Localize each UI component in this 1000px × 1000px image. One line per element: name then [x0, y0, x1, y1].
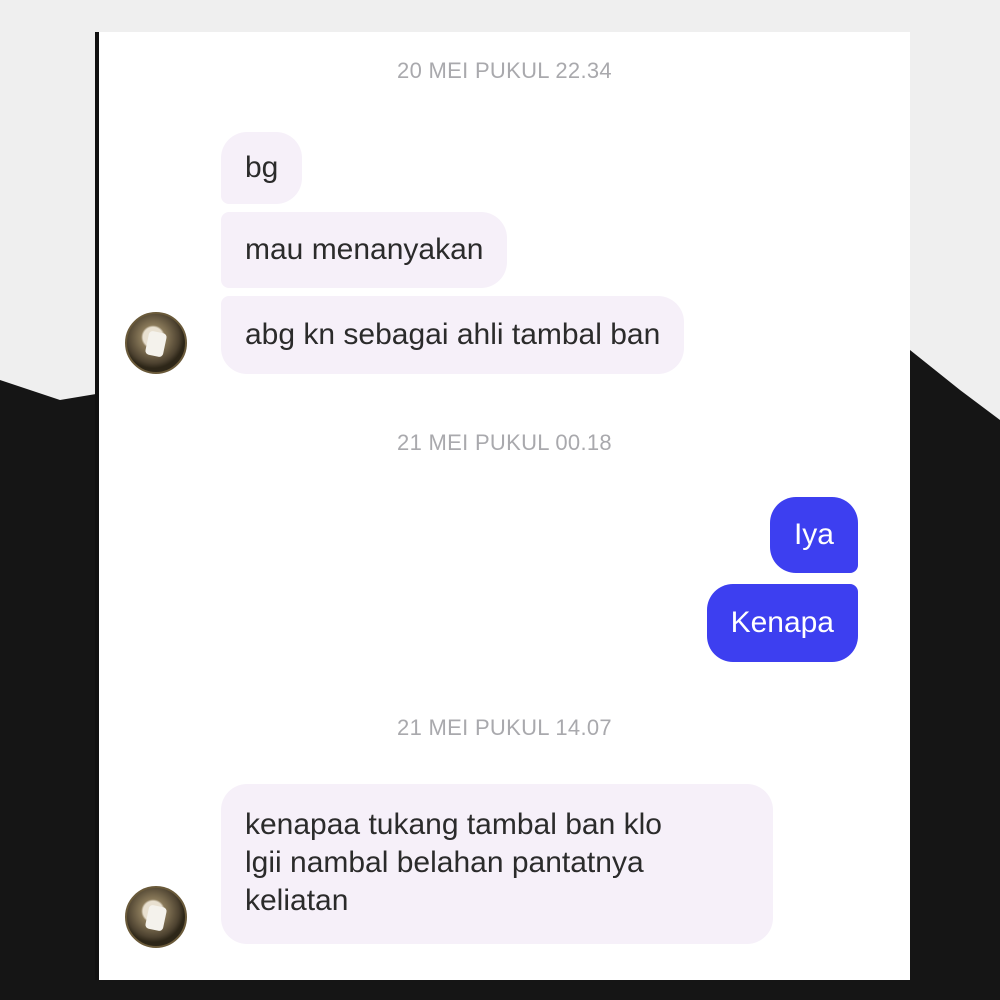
chat-screenshot: 20 MEI PUKUL 22.34 bg mau menanyakan abg… [95, 32, 910, 980]
timestamp-1: 20 MEI PUKUL 22.34 [397, 58, 612, 83]
contact-avatar[interactable] [125, 312, 187, 374]
message-bubble-outgoing[interactable]: Iya [769, 497, 858, 573]
message-bubble-outgoing[interactable]: Kenapa [706, 584, 858, 662]
message-bubble-incoming[interactable]: abg kn sebagai ahli tambal ban [221, 296, 685, 374]
message-line: kenapaa tukang tambal ban klo [245, 808, 662, 841]
timestamp-3: 21 MEI PUKUL 14.07 [397, 715, 612, 740]
message-bubble-incoming[interactable]: mau menanyakan [221, 212, 508, 288]
message-bubble-incoming[interactable]: bg [221, 132, 303, 204]
timestamp-2: 21 MEI PUKUL 00.18 [397, 430, 612, 455]
message-line: lgii nambal belahan pantatnya [245, 846, 644, 879]
message-bubble-incoming[interactable]: kenapaa tukang tambal ban klo lgii namba… [221, 784, 773, 944]
message-line: keliatan [245, 884, 349, 917]
contact-avatar[interactable] [125, 886, 187, 948]
